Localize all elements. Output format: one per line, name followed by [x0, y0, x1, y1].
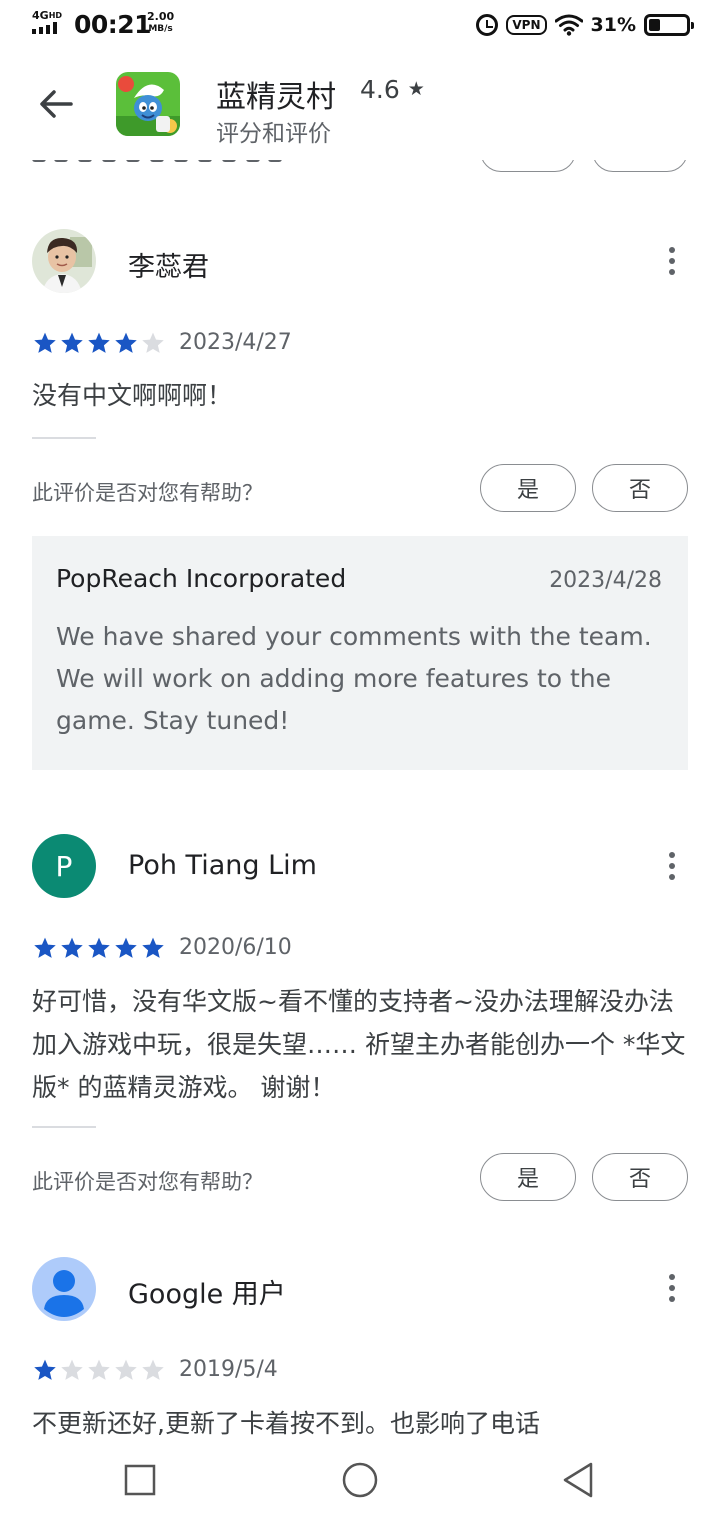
reply-text: We have shared your comments with the te… [56, 622, 652, 735]
star-empty-icon [61, 1359, 83, 1380]
review-text: 不更新还好,更新了卡着按不到。也影响了电话 [32, 1409, 540, 1438]
reviewer-name: 李蕊君 [128, 252, 209, 283]
network-type: 4G [32, 9, 49, 22]
helpful-prompt: 此评价是否对您有帮助？ [32, 481, 263, 505]
page-subtitle: 评分和评价 [216, 121, 331, 147]
star-filled-icon [61, 332, 83, 353]
network-hd: HD [48, 11, 63, 20]
reviewer-name: Poh Tiang Lim [128, 850, 317, 881]
star-empty-icon [115, 1359, 137, 1380]
star-filled-icon [115, 937, 137, 958]
helpful-no-button[interactable]: 否 [592, 1153, 688, 1201]
triangle-back-icon [563, 1462, 593, 1498]
review-date: 2020/6/10 [179, 935, 292, 960]
star-filled-icon [34, 1359, 56, 1380]
star-empty-icon [142, 332, 164, 353]
star-rating [32, 936, 166, 960]
clock: 00:21 [74, 10, 152, 39]
review-text: 好可惜，没有华文版~看不懂的支持者~没办法理解没办法加入游戏中玩，很是失望…… … [32, 987, 686, 1102]
more-options-button[interactable] [656, 846, 688, 886]
alarm-icon [476, 14, 499, 36]
vpn-icon: VPN [506, 15, 547, 35]
battery-fill [649, 19, 660, 31]
wifi-icon [554, 14, 583, 36]
circle-icon [342, 1462, 378, 1498]
battery-percent: 31% [590, 14, 636, 36]
arrow-back-icon [40, 90, 73, 118]
star-filled-icon [61, 937, 83, 958]
speed-unit: MB/s [148, 24, 173, 34]
avatar[interactable]: P [32, 834, 96, 898]
speed-value: 2.00 [147, 10, 175, 23]
review-date: 2019/5/4 [179, 1357, 278, 1382]
reply-date: 2023/4/28 [549, 568, 662, 593]
developer-reply: PopReach Incorporated 2023/4/28 We have … [32, 536, 688, 770]
back-button[interactable] [24, 80, 88, 128]
network-indicator: 4GHD [32, 10, 62, 21]
user-photo-icon [32, 229, 96, 293]
status-bar: 4GHD 00:21 2.00 MB/s VPN 31% [0, 0, 720, 50]
system-nav-bar [0, 1440, 720, 1520]
star-empty-icon [88, 1359, 110, 1380]
star-filled-icon [115, 332, 137, 353]
app-icon[interactable] [116, 72, 180, 136]
back-nav-button[interactable] [556, 1458, 600, 1502]
review-date: 2023/4/27 [179, 330, 292, 355]
star-filled-icon [34, 332, 56, 353]
reviewer-name: Google 用户 [128, 1279, 286, 1310]
rating-value: 4.6 [360, 75, 400, 104]
divider [32, 437, 96, 439]
helpful-yes-button[interactable]: 是 [480, 464, 576, 512]
smurf-icon [116, 72, 180, 136]
more-options-button[interactable] [656, 1268, 688, 1308]
avatar[interactable] [32, 229, 96, 293]
avatar[interactable] [32, 1257, 96, 1321]
network-speed: 2.00 MB/s [147, 11, 174, 35]
square-icon [124, 1464, 156, 1496]
status-icons: VPN 31% [476, 11, 694, 39]
signal-icon [32, 22, 64, 34]
star-rating [32, 331, 166, 355]
developer-name: PopReach Incorporated [56, 564, 347, 593]
helpful-yes-button[interactable]: 是 [480, 1153, 576, 1201]
star-filled-icon [88, 332, 110, 353]
helpful-prompt: 此评价是否对您有帮助？ [32, 1170, 263, 1194]
app-title: 蓝精灵村 [216, 80, 336, 115]
star-filled-icon [34, 937, 56, 958]
app-header: 蓝精灵村 4.6 ★ 评分和评价 [0, 50, 720, 160]
star-empty-icon [142, 1359, 164, 1380]
star-filled-icon [142, 937, 164, 958]
divider [32, 1126, 96, 1128]
star-filled-icon [88, 937, 110, 958]
home-button[interactable] [338, 1458, 382, 1502]
app-rating: 4.6 ★ [360, 75, 425, 104]
battery-icon [644, 14, 694, 36]
helpful-no-button[interactable]: 否 [592, 464, 688, 512]
star-rating [32, 1358, 166, 1382]
default-user-icon [44, 1270, 84, 1317]
rating-star-icon: ★ [407, 78, 425, 100]
more-options-button[interactable] [656, 241, 688, 281]
review-text: 没有中文啊啊啊！ [32, 381, 233, 410]
recents-button[interactable] [118, 1458, 162, 1502]
